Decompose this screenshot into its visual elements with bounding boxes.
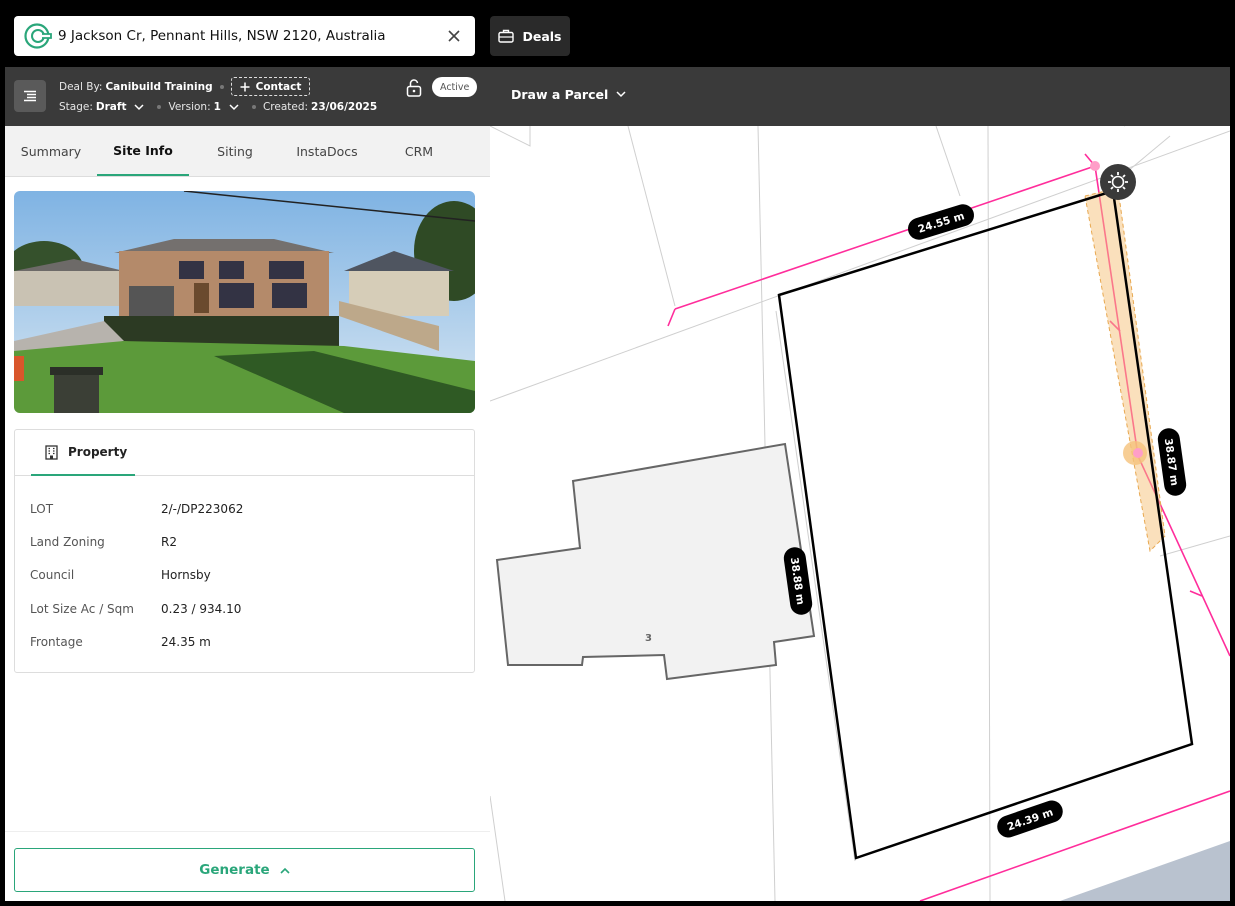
deal-tabs: Summary Site Info Siting InstaDocs CRM xyxy=(5,126,490,177)
property-label: Council xyxy=(30,568,75,582)
menu-icon xyxy=(24,90,36,102)
dimension-label-right[interactable]: 38.87 m xyxy=(1156,427,1187,497)
property-tabbar: Property xyxy=(15,430,474,476)
tab-property[interactable]: Property xyxy=(31,430,135,476)
dimension-label-bottom[interactable]: 24.39 m xyxy=(994,798,1065,841)
deal-by-value: Canibuild Training xyxy=(105,80,213,93)
created-value: 23/06/2025 xyxy=(311,101,378,113)
version-label: Version: xyxy=(168,101,211,113)
gear-icon[interactable] xyxy=(1100,164,1136,200)
vertex-handle[interactable] xyxy=(1133,448,1143,458)
unlock-icon[interactable] xyxy=(404,78,424,98)
canibuild-logo[interactable] xyxy=(22,20,54,52)
road-area xyxy=(1060,841,1230,901)
property-label: Lot Size Ac / Sqm xyxy=(30,602,134,616)
chevron-up-icon xyxy=(280,867,290,874)
deal-meta-row: Stage: Draft Version: 1 Created: 23/06/2… xyxy=(59,101,377,113)
generate-label: Generate xyxy=(199,862,270,878)
property-value: Hornsby xyxy=(161,568,211,582)
separator-dot xyxy=(219,84,224,89)
deal-header: Deal By: Canibuild Training Contact Stag… xyxy=(5,67,490,126)
contact-label: Contact xyxy=(255,80,302,93)
property-row-frontage: Frontage 24.35 m xyxy=(30,635,211,649)
property-value: 24.35 m xyxy=(161,635,211,649)
property-label: Land Zoning xyxy=(30,535,105,549)
draw-parcel-dropdown[interactable]: Draw a Parcel xyxy=(511,87,626,102)
app-root: 9 Jackson Cr, Pennant Hills, NSW 2120, A… xyxy=(0,0,1235,906)
property-value: 0.23 / 934.10 xyxy=(161,602,242,616)
generate-button[interactable]: Generate xyxy=(14,848,475,892)
plus-icon xyxy=(240,82,250,91)
left-panel: Deal By: Canibuild Training Contact Stag… xyxy=(5,67,490,901)
version-chevron-down-icon[interactable] xyxy=(229,103,239,111)
building-icon xyxy=(45,444,58,460)
property-row-council: Council Hornsby xyxy=(30,568,211,582)
separator-dot xyxy=(157,105,162,109)
version-value[interactable]: 1 xyxy=(214,101,221,113)
neighbour-lot-number: 3 xyxy=(645,633,652,644)
map-area[interactable]: Draw a Parcel 3 24.55 m 38.87 m 38.88 m … xyxy=(490,67,1230,901)
chevron-down-icon xyxy=(616,91,626,98)
stage-chevron-down-icon[interactable] xyxy=(134,103,144,111)
property-label: Frontage xyxy=(30,635,83,649)
map-toolbar: Draw a Parcel xyxy=(490,67,1230,126)
setback-zone xyxy=(1084,187,1166,553)
created-label: Created: xyxy=(262,101,309,113)
deal-by-label: Deal By: xyxy=(59,80,103,93)
property-row-lot: LOT 2/-/DP223062 xyxy=(30,502,243,516)
property-value: R2 xyxy=(161,535,177,549)
draw-parcel-label: Draw a Parcel xyxy=(511,87,609,102)
property-row-lot-size: Lot Size Ac / Sqm 0.23 / 934.10 xyxy=(30,602,241,616)
stage-label: Stage: xyxy=(59,101,93,113)
neighbour-building[interactable] xyxy=(495,442,816,681)
address-search[interactable]: 9 Jackson Cr, Pennant Hills, NSW 2120, A… xyxy=(14,16,475,56)
property-label: LOT xyxy=(30,502,54,516)
vertex-handle[interactable] xyxy=(1090,161,1100,171)
property-value: 2/-/DP223062 xyxy=(161,502,244,516)
property-row-zoning: Land Zoning R2 xyxy=(30,535,177,549)
generate-footer: Generate xyxy=(5,831,490,901)
site-map[interactable]: 3 24.55 m 38.87 m 38.88 m 24.39 m xyxy=(490,126,1230,901)
separator-dot xyxy=(251,105,256,109)
address-text[interactable]: 9 Jackson Cr, Pennant Hills, NSW 2120, A… xyxy=(58,28,443,44)
tab-siting[interactable]: Siting xyxy=(189,126,281,176)
stage-value[interactable]: Draft xyxy=(96,101,127,113)
property-tab-label: Property xyxy=(68,445,128,459)
menu-button[interactable] xyxy=(14,80,46,112)
tab-crm[interactable]: CRM xyxy=(373,126,465,176)
deal-owner-row: Deal By: Canibuild Training Contact xyxy=(59,77,311,96)
tab-instadocs[interactable]: InstaDocs xyxy=(281,126,373,176)
briefcase-icon xyxy=(498,29,515,43)
status-badge: Active xyxy=(432,77,478,97)
tab-site-info[interactable]: Site Info xyxy=(97,126,189,176)
street-view-photo[interactable] xyxy=(14,191,475,413)
deals-button[interactable]: Deals xyxy=(490,16,570,56)
tab-summary[interactable]: Summary xyxy=(5,126,97,176)
add-contact-button[interactable]: Contact xyxy=(230,77,311,96)
close-icon[interactable] xyxy=(443,25,465,47)
deals-label: Deals xyxy=(522,28,562,44)
property-card: Property LOT 2/-/DP223062 Land Zoning R2… xyxy=(14,429,475,673)
